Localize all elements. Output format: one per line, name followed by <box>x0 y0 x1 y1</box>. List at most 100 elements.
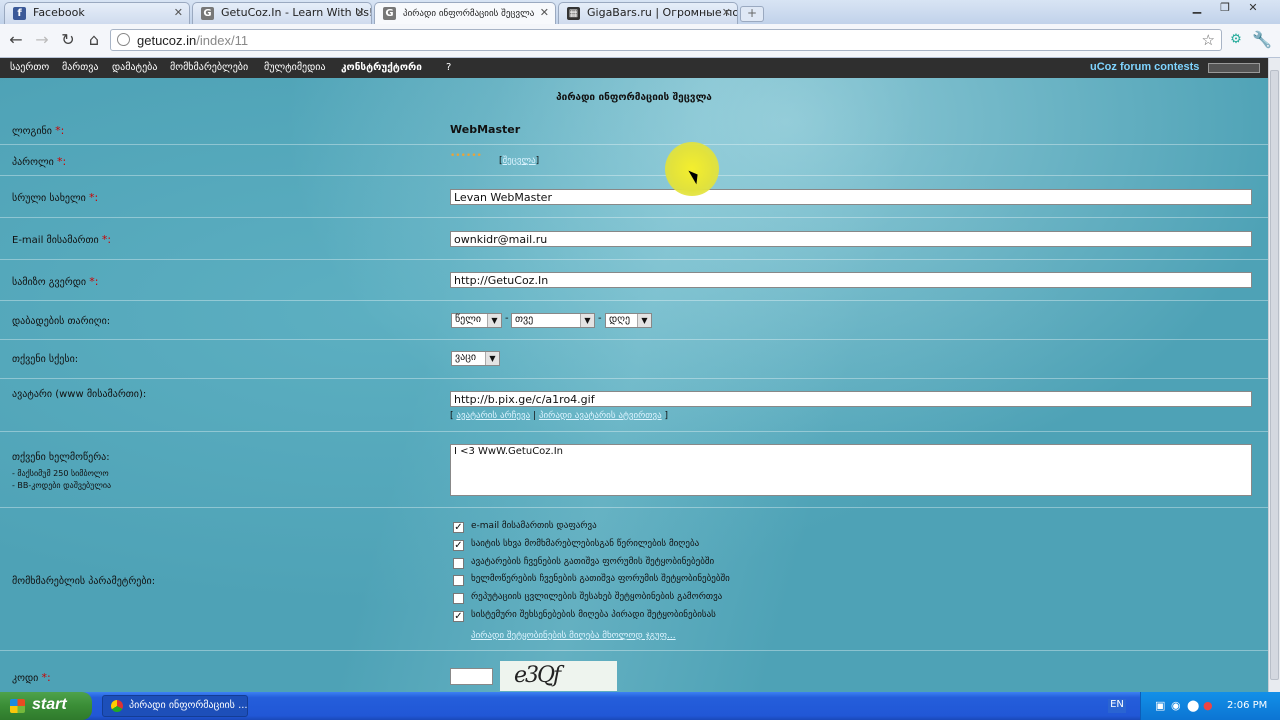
tab-facebook[interactable]: f Facebook ✕ <box>4 2 190 24</box>
tab-label: GigaBars.ru | Огромные по... <box>587 6 738 19</box>
option-checkbox[interactable] <box>453 558 464 569</box>
option-checkbox[interactable]: ✓ <box>453 611 464 622</box>
close-icon[interactable]: ✕ <box>540 6 549 19</box>
maximize-icon[interactable]: ❐ <box>1212 0 1238 16</box>
taskbar-clock[interactable]: 2:06 PM <box>1227 700 1267 711</box>
upload-avatar-link[interactable]: პირადი ავატარის ატვირთვა <box>539 411 662 421</box>
forward-arrow-icon[interactable]: → <box>32 30 52 50</box>
gigabars-icon: ▦ <box>567 7 580 20</box>
close-icon[interactable]: ✕ <box>174 6 183 19</box>
birth-year-select[interactable]: წელი ▼ <box>451 313 502 328</box>
avatar-url-input[interactable]: http://b.pix.ge/c/a1ro4.gif <box>450 391 1252 407</box>
browser-toolbar: ← → ↻ ⌂ getucoz.in/index/11 ☆ ⚙ 🔧 <box>0 24 1280 58</box>
bookmark-star-icon[interactable]: ☆ <box>1202 31 1215 49</box>
fullname-label: სრული სახელი <box>12 193 86 204</box>
form-title: პირადი ინფორმაციის შეცვლა <box>556 92 712 103</box>
wrench-menu-icon[interactable]: 🔧 <box>1252 30 1272 50</box>
new-tab-button[interactable]: + <box>740 6 764 22</box>
option-checkbox[interactable]: ✓ <box>453 540 464 551</box>
avatar-label: ავატარი (www მისამართი): <box>12 389 147 400</box>
chevron-down-icon: ▼ <box>580 314 594 327</box>
options-label: მომხმარებლის პარამეტრები: <box>12 576 156 587</box>
birth-year-value: წელი <box>455 314 482 325</box>
minimize-icon[interactable]: ▁ <box>1184 0 1210 16</box>
url-host: getucoz.in <box>137 33 197 48</box>
tab-getucoz[interactable]: G GetuCoz.In - Learn With Us! ✕ <box>192 2 372 24</box>
option-checkbox[interactable] <box>453 593 464 604</box>
option-checkbox[interactable] <box>453 575 464 586</box>
birth-day-value: დღე <box>609 314 631 325</box>
password-label: პაროლი <box>12 157 54 168</box>
password-mask: •••••• <box>450 151 482 161</box>
pm-groups-link[interactable]: პირადი შეტყობინების მიღება მხოლოდ ჯგუფ..… <box>471 631 676 641</box>
back-arrow-icon[interactable]: ← <box>6 30 26 50</box>
page-scrollbar[interactable] <box>1268 58 1280 692</box>
required-mark: *: <box>56 155 67 168</box>
signature-textarea[interactable]: I <3 WwW.GetuCoz.In <box>450 444 1252 496</box>
address-bar[interactable]: getucoz.in/index/11 ☆ <box>110 29 1222 51</box>
start-button[interactable]: start <box>0 692 92 720</box>
extension-icon[interactable]: ⚙ <box>1226 30 1246 50</box>
tray-volume-icon[interactable]: ◉ <box>1171 699 1181 712</box>
nav-item-users[interactable]: მომხმარებლები <box>170 62 248 73</box>
option-checkbox[interactable]: ✓ <box>453 522 464 533</box>
birth-month-select[interactable]: თვე ▼ <box>511 313 595 328</box>
required-mark: *: <box>101 233 112 246</box>
row-user-options: მომხმარებლის პარამეტრები: ✓ e-mail მისამ… <box>0 508 1268 651</box>
tray-security-icon[interactable]: ⬤ <box>1187 699 1199 712</box>
tab-gigabars[interactable]: ▦ GigaBars.ru | Огромные по... ✕ <box>558 2 738 24</box>
language-indicator[interactable]: EN <box>1108 699 1126 713</box>
nav-item-help[interactable]: ? <box>446 62 451 73</box>
option-label: რეპუტაციის ცვლილების შესახებ შეტყობინები… <box>471 592 723 602</box>
close-icon[interactable]: ✕ <box>722 6 731 19</box>
row-login: ლოგინი *: WebMaster <box>0 114 1268 145</box>
scrollbar-thumb[interactable] <box>1270 70 1279 680</box>
tray-network-icon[interactable]: ▣ <box>1155 699 1165 712</box>
tab-label: Facebook <box>33 6 85 19</box>
fullname-input[interactable]: Levan WebMaster <box>450 189 1252 205</box>
nav-slider[interactable] <box>1208 63 1260 73</box>
reload-icon[interactable]: ↻ <box>58 30 78 50</box>
browser-tab-strip: f Facebook ✕ G GetuCoz.In - Learn With U… <box>0 0 1280 25</box>
option-label: e-mail მისამართის დაფარვა <box>471 521 597 531</box>
signature-note-max: - მაქსიმუმ 250 სიმბოლო <box>12 469 109 478</box>
windows-taskbar: start პირადი ინფორმაციის ... EN ▣ ◉ ⬤ ● … <box>0 692 1280 720</box>
birth-day-select[interactable]: დღე ▼ <box>605 313 652 328</box>
nav-item-add[interactable]: დამატება <box>112 62 157 73</box>
home-icon[interactable]: ⌂ <box>84 30 104 50</box>
gender-label: თქვენი სქესი: <box>12 354 79 365</box>
chevron-down-icon: ▼ <box>485 352 499 365</box>
row-signature: თქვენი ხელმოწერა: - მაქსიმუმ 250 სიმბოლო… <box>0 432 1268 508</box>
nav-item-multimedia[interactable]: მულტიმედია <box>264 62 326 73</box>
option-label: სისტემური შეხსენებების მიღება პირადი შეტ… <box>471 610 716 620</box>
tab-label: GetuCoz.In - Learn With Us! <box>221 6 372 19</box>
taskbar-chrome-window[interactable]: პირადი ინფორმაციის ... <box>102 695 248 717</box>
homepage-input[interactable]: http://GetuCoz.In <box>450 272 1252 288</box>
date-separator: - <box>505 313 509 324</box>
gender-select[interactable]: ვაცი ▼ <box>451 351 500 366</box>
getucoz-icon: G <box>383 7 396 20</box>
signature-note-bbcode: - BB-კოდები დაშვებულია <box>12 481 112 490</box>
change-password-link[interactable]: შეცვლა <box>503 156 536 166</box>
required-mark: *: <box>89 275 99 288</box>
choose-avatar-link[interactable]: ავატარის არჩევა <box>456 411 530 421</box>
nav-item-constructor[interactable]: კონსტრუქტორი <box>341 62 422 73</box>
chevron-down-icon: ▼ <box>637 314 651 327</box>
close-window-icon[interactable]: ✕ <box>1240 0 1266 16</box>
captcha-input[interactable] <box>450 668 493 685</box>
gender-value: ვაცი <box>455 352 477 363</box>
required-mark: *: <box>41 671 51 684</box>
captcha-image: e3Qf <box>500 661 617 691</box>
close-icon[interactable]: ✕ <box>356 6 365 19</box>
email-input[interactable]: ownkidr@mail.ru <box>450 231 1252 247</box>
chrome-icon <box>111 700 123 712</box>
nav-item-general[interactable]: საერთო <box>10 62 49 73</box>
nav-item-manage[interactable]: მართვა <box>62 62 98 73</box>
chevron-down-icon: ▼ <box>487 314 501 327</box>
email-label: E-mail მისამართი <box>12 235 99 246</box>
tray-alert-icon[interactable]: ● <box>1203 699 1213 712</box>
login-label: ლოგინი <box>12 126 52 137</box>
tab-profile-edit[interactable]: G პირადი ინფორმაციის შეცვლა ✕ <box>374 2 556 25</box>
start-label: start <box>32 696 67 713</box>
ucoz-forum-contests-link[interactable]: uCoz forum contests <box>1090 61 1199 73</box>
